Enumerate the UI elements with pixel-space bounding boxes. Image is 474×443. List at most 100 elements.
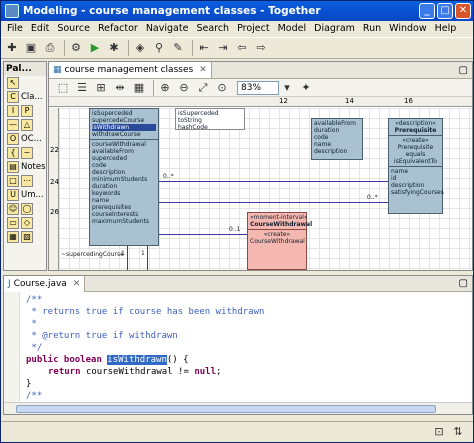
menu-project[interactable]: Project	[233, 21, 274, 37]
zoom-fit-icon[interactable]: ⤢	[195, 80, 211, 96]
selected-text[interactable]: isWithdrawn	[107, 355, 167, 365]
palette-tools-row[interactable]: □ ⋯	[4, 174, 46, 188]
minimize-button[interactable]: _	[419, 3, 435, 19]
scrollbar-thumb[interactable]	[16, 405, 436, 413]
open-type-icon[interactable]: ◈	[132, 40, 148, 56]
status-icon[interactable]: ⊡	[431, 424, 447, 440]
palette-item-label: OC...	[21, 134, 42, 144]
menu-help[interactable]: Help	[431, 21, 461, 37]
menu-diagram[interactable]: Diagram	[310, 21, 359, 37]
menu-model[interactable]: Model	[274, 21, 311, 37]
build-icon[interactable]: ⚙	[68, 40, 84, 56]
select-icon[interactable]: ⬚	[55, 80, 71, 96]
class-member: duration	[314, 127, 340, 134]
close-tab-icon[interactable]: ✕	[199, 65, 207, 75]
tools-icon[interactable]: ✎	[170, 40, 186, 56]
actor-icon: ☺	[7, 203, 19, 215]
align-icon[interactable]: ☰	[74, 80, 90, 96]
palette-item-uml[interactable]: U Um...	[4, 188, 46, 202]
class-prerequisite[interactable]: «description» Prerequisite «create» Prer…	[388, 118, 444, 214]
zoom-in-icon[interactable]: ⊕	[157, 80, 173, 96]
horizontal-scrollbar[interactable]	[4, 402, 472, 414]
search-icon[interactable]: ⚲	[151, 40, 167, 56]
palette-item-ocl[interactable]: O OC...	[4, 132, 46, 146]
palette-tools-row[interactable]: ☺ ◯	[4, 202, 46, 216]
tab-course-management-classes[interactable]: ▦ course management classes ✕	[49, 62, 212, 78]
note-link-icon: ⋯	[21, 175, 33, 187]
maximize-view-icon[interactable]: ▢	[459, 278, 472, 289]
menu-search[interactable]: Search	[192, 21, 233, 37]
forward-icon[interactable]: ⇨	[253, 40, 269, 56]
class-member: CourseWithdrawal	[250, 238, 305, 245]
multiplicity-label: 1	[121, 250, 125, 257]
print-icon[interactable]: ⎙	[42, 40, 58, 56]
grid-icon[interactable]: ▦	[131, 80, 147, 96]
class-course[interactable]: isSuperceded supercedeCourse isWithdrawn…	[89, 108, 159, 246]
close-button[interactable]: ✕	[455, 3, 471, 19]
diagram-editor: ▦ course management classes ✕ ▢ ⬚ ☰ ⊞ ⇹ …	[48, 61, 473, 271]
menu-refactor[interactable]: Refactor	[94, 21, 142, 37]
class-name: CourseWithdrawal	[250, 221, 313, 228]
code-tab-bar: J Course.java ✕ ▢	[4, 275, 472, 292]
code-text: courseWithdrawal !=	[85, 367, 195, 377]
layout-icon[interactable]: ⊞	[93, 80, 109, 96]
maximize-button[interactable]: □	[437, 3, 453, 19]
next-annotation-icon[interactable]: ⇥	[215, 40, 231, 56]
palette-item-class[interactable]: C Cla...	[4, 90, 46, 104]
class-member: courseWithdrawal	[92, 141, 146, 148]
zoom-out-icon[interactable]: ⊖	[176, 80, 192, 96]
palette-panel: Pal... ↖ C Cla... IP — △ O OC... {~ ▤ Notes …	[3, 61, 47, 271]
palette-tools-row[interactable]: IP	[4, 104, 46, 118]
association-line[interactable]	[159, 202, 388, 203]
run-icon[interactable]: ▶	[87, 40, 103, 56]
chevron-down-icon[interactable]: ▾	[279, 80, 295, 96]
pin-icon[interactable]: ✦	[298, 80, 314, 96]
code-text: () {	[166, 355, 189, 365]
association-line[interactable]	[147, 246, 148, 270]
association-line[interactable]	[127, 246, 128, 270]
menu-window[interactable]: Window	[385, 21, 430, 37]
zoom-select[interactable]: 83%	[237, 80, 279, 95]
multiplicity-label: 0..1	[229, 226, 241, 233]
menu-navigate[interactable]: Navigate	[142, 21, 193, 37]
close-tab-icon[interactable]: ✕	[73, 279, 81, 289]
distribute-icon[interactable]: ⇹	[112, 80, 128, 96]
class-member: code	[314, 134, 329, 141]
ruler-mark: 26	[50, 208, 59, 216]
menu-source[interactable]: Source	[53, 21, 94, 37]
tab-course-java[interactable]: J Course.java ✕	[4, 275, 86, 292]
keyword: return	[48, 367, 86, 377]
notes-icon: ▤	[7, 161, 19, 173]
palette-tools-row[interactable]: ▭ ◇	[4, 216, 46, 230]
palette-item-notes[interactable]: ▤ Notes	[4, 160, 46, 174]
palette-tools-row[interactable]: {~	[4, 146, 46, 160]
progress-icon[interactable]: ⇅	[450, 424, 466, 440]
zoom-actual-icon[interactable]: ⊙	[214, 80, 230, 96]
menu-edit[interactable]: Edit	[27, 21, 53, 37]
code-area[interactable]: /** * returns true if course has been wi…	[4, 292, 472, 402]
prev-annotation-icon[interactable]: ⇤	[196, 40, 212, 56]
menu-file[interactable]: File	[3, 21, 27, 37]
class-course-withdrawal[interactable]: «moment-interval» CourseWithdrawal «crea…	[247, 212, 313, 270]
class-mid[interactable]: availableFrom duration code name descrip…	[311, 118, 363, 160]
class-partial[interactable]: isSuperceded toString hashCode	[175, 108, 245, 131]
java-file-icon: J	[8, 278, 11, 289]
palette-tools-row[interactable]: — △	[4, 118, 46, 132]
ruler-mark: 14	[345, 97, 354, 105]
class-name: Prerequisite	[394, 127, 437, 134]
pointer-tool[interactable]: ↖	[4, 76, 46, 90]
ruler-mark: 22	[50, 146, 59, 154]
association-line[interactable]	[159, 234, 247, 235]
maximize-view-icon[interactable]: ▢	[459, 65, 472, 76]
diagram-canvas[interactable]: 22 24 26 isSuperceded supercedeCourse is…	[49, 108, 472, 270]
class-member-selected[interactable]: isWithdrawn	[92, 124, 156, 131]
palette-tools-row[interactable]: ▦ ▧	[4, 230, 46, 244]
code-line: /**	[26, 295, 43, 305]
menu-run[interactable]: Run	[359, 21, 385, 37]
save-icon[interactable]: ▣	[23, 40, 39, 56]
new-icon[interactable]: ✚	[4, 40, 20, 56]
association-line[interactable]	[159, 181, 388, 182]
menu-bar: File Edit Source Refactor Navigate Searc…	[1, 21, 473, 37]
debug-icon[interactable]: ✱	[106, 40, 122, 56]
back-icon[interactable]: ⇦	[234, 40, 250, 56]
